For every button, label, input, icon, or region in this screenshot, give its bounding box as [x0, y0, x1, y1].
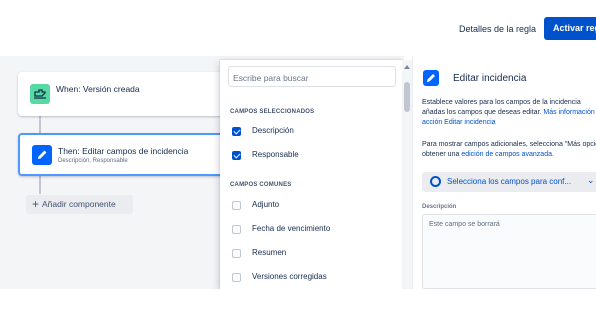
description-text: añadas los campos que deseas editar. [422, 109, 544, 116]
top-bar: Detalles de la regla Activar regla [0, 0, 596, 56]
checkbox-unchecked[interactable] [232, 201, 241, 210]
more-info-link[interactable]: Más información [543, 109, 594, 116]
trigger-card[interactable]: When: Versión creada [18, 72, 228, 116]
description-line: obtener una edición de campos avanzada. [422, 150, 596, 160]
description-line: Establece valores para los campos de la … [422, 99, 581, 106]
flow-connector [39, 176, 41, 194]
chevron-down-icon: ⌄ [587, 175, 595, 185]
field-search-input[interactable]: Escribe para buscar [228, 66, 396, 87]
description-line: añadas los campos que deseas editar. Más… [422, 108, 596, 118]
description-field-label: Descripción [422, 204, 457, 210]
description-text: . [551, 151, 554, 158]
description-field-value: Este campo se borrará [429, 221, 500, 228]
page-footer-area [0, 289, 596, 318]
field-option-label: Resumen [252, 248, 287, 257]
panel-header: Editar incidencia [423, 70, 596, 88]
advanced-field-editing-link[interactable]: edición de campos avanzada [461, 151, 552, 158]
rocket-icon [30, 84, 50, 104]
edit-issue-action-link[interactable]: acción Editar incidencia [422, 119, 496, 126]
rule-details-link[interactable]: Detalles de la regla [459, 24, 536, 34]
checkbox-checked[interactable] [232, 127, 241, 136]
description-field[interactable]: Este campo se borrará [422, 214, 596, 289]
description-text: obtener una [422, 151, 462, 158]
action-title: Then: Editar campos de incidencia [58, 146, 189, 156]
panel-title: Editar incidencia [453, 73, 527, 84]
scroll-thumb[interactable] [404, 82, 410, 112]
add-component-label: Añadir componente [42, 199, 116, 209]
checkbox-unchecked[interactable] [232, 273, 241, 282]
add-component-button[interactable]: + Añadir componente [26, 195, 133, 214]
plus-icon: + [32, 197, 40, 211]
action-card[interactable]: Then: Editar campos de incidencia Descri… [18, 133, 228, 176]
action-subtitle: Descripción, Responsable [58, 158, 128, 164]
scroll-up-icon[interactable] [404, 65, 410, 69]
activate-rule-button[interactable]: Activar regla [544, 17, 596, 40]
selected-fields-header: CAMPOS SELECCIONADOS [230, 109, 315, 115]
description-line: Para mostrar campos adicionales, selecci… [422, 141, 596, 148]
more-options-description: Para mostrar campos adicionales, selecci… [422, 140, 596, 160]
trigger-title: When: Versión creada [56, 84, 140, 94]
panel-description: Establece valores para los campos de la … [422, 98, 596, 128]
pencil-icon [423, 70, 439, 86]
gear-icon [430, 176, 441, 187]
field-option-label: Adjunto [252, 200, 280, 209]
field-option-label: Responsable [252, 150, 299, 159]
field-option-label: Fecha de vencimiento [252, 224, 331, 233]
field-option-label: Descripción [252, 126, 294, 135]
pencil-icon [32, 145, 52, 165]
checkbox-unchecked[interactable] [232, 249, 241, 258]
select-fields-button[interactable]: Selecciona los campos para conf... ⌄ [422, 172, 596, 192]
edit-issue-panel: Editar incidencia Establece valores para… [412, 56, 596, 289]
checkbox-unchecked[interactable] [232, 225, 241, 234]
field-picker-dropdown: Escribe para buscar CAMPOS SELECCIONADOS… [220, 60, 402, 289]
field-option-label: Versiones corregidas [252, 272, 327, 281]
dropdown-scrollbar[interactable] [402, 60, 412, 289]
select-fields-label: Selecciona los campos para conf... [447, 177, 572, 186]
checkbox-checked[interactable] [232, 151, 241, 160]
common-fields-header: CAMPOS COMUNES [230, 182, 292, 188]
